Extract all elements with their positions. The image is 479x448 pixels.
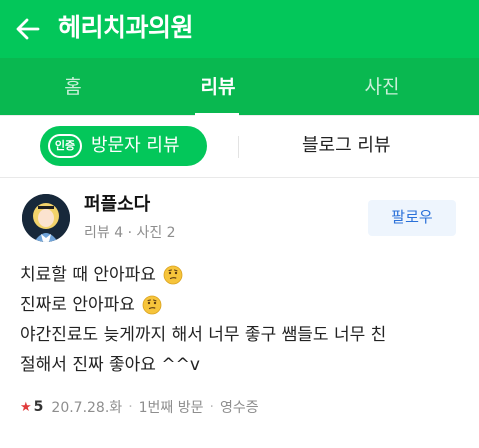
subtab-divider (238, 136, 239, 158)
review-body: 치료할 때 안아파요 진짜로 안아파요 야간진료도 늦게까지 해서 너무 좋구 … (20, 260, 465, 380)
blog-review-tab[interactable]: 블로그 리뷰 (302, 126, 391, 166)
thinking-face-icon (142, 295, 162, 315)
visit-count: 1번째 방문 (138, 400, 204, 416)
review-date: 20.7.28.화 (51, 400, 123, 416)
tab-home[interactable]: 홈 (18, 58, 128, 116)
avatar-image (22, 194, 70, 242)
visitor-review-label: 방문자 리뷰 (91, 135, 180, 156)
main-tabs: 홈 리뷰 사진 (0, 58, 479, 116)
review-line: 절해서 진짜 좋아요 ^^v (20, 350, 465, 380)
thinking-face-icon (163, 265, 183, 285)
review-author-stats: 리뷰 4 · 사진 2 (84, 225, 176, 241)
visitor-review-tab[interactable]: 인증 방문자 리뷰 (40, 126, 207, 166)
tab-review[interactable]: 리뷰 (163, 58, 273, 116)
separator-dot: · (128, 399, 133, 415)
tab-photo[interactable]: 사진 (327, 58, 437, 116)
separator-dot: · (209, 399, 214, 415)
receipt-label: 영수증 (219, 400, 259, 416)
avatar[interactable] (22, 194, 70, 242)
review-rating: 5 (33, 399, 44, 415)
review-line-text: 치료할 때 안아파요 (20, 265, 156, 285)
review-line: 치료할 때 안아파요 (20, 260, 465, 290)
page-title: 헤리치과의원 (58, 13, 194, 42)
star-icon: ★ (20, 399, 32, 415)
verified-badge: 인증 (48, 134, 82, 158)
follow-button[interactable]: 팔로우 (368, 200, 456, 236)
review-line-text: 절해서 진짜 좋아요 ^^v (20, 355, 200, 375)
app-header: 헤리치과의원 (0, 0, 479, 58)
review-line: 야간진료도 늦게까지 해서 너무 좋구 쌤들도 너무 친 (20, 320, 465, 350)
review-subtabs: 인증 방문자 리뷰 블로그 리뷰 (0, 116, 479, 178)
review-author-name[interactable]: 퍼플소다 (84, 192, 150, 218)
review-line: 진짜로 안아파요 (20, 290, 465, 320)
arrow-left-icon[interactable] (12, 13, 44, 45)
review-footer: ★ 5 20.7.28.화 · 1번째 방문 · 영수증 (20, 396, 259, 418)
review-line-text: 야간진료도 늦게까지 해서 너무 좋구 쌤들도 너무 친 (20, 325, 387, 345)
review-line-text: 진짜로 안아파요 (20, 295, 135, 315)
